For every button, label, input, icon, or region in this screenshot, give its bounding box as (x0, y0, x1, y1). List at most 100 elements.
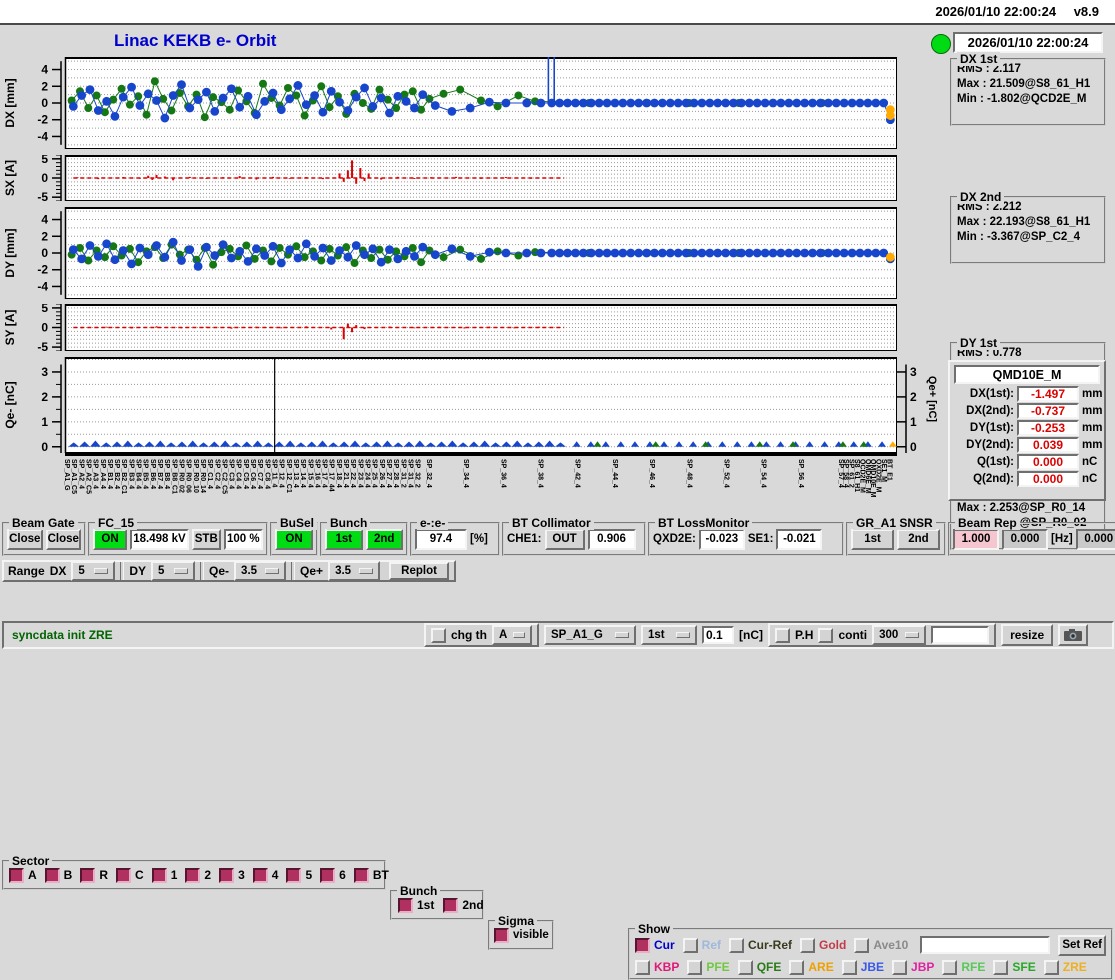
monitor-unit: mm (1082, 405, 1103, 417)
show-checkbox-are[interactable] (789, 959, 805, 975)
sector-title: Sector (9, 854, 53, 868)
set-ref-input[interactable] (920, 936, 1051, 954)
show-label: SFE (1012, 960, 1036, 974)
gr-a1-1st-button[interactable]: 1st (851, 528, 894, 550)
bt-collimator-title: BT Collimator (509, 516, 594, 530)
sector-checkbox-5[interactable] (286, 867, 302, 883)
show-checkbox-qfe[interactable] (737, 959, 753, 975)
sector-checkbox-a[interactable] (9, 867, 24, 883)
show-item-jbp: JBP (892, 959, 934, 975)
range-qem-label: Qe- (209, 564, 230, 578)
svg-text:SP_14_4: SP_14_4 (299, 459, 306, 488)
replot-button[interactable]: Replot (389, 562, 450, 580)
sector-checkbox-4[interactable] (252, 867, 268, 883)
bunch-title: Bunch (327, 516, 371, 530)
show-checkbox-cur[interactable] (635, 937, 650, 953)
svg-text:SP_28_4: SP_28_4 (392, 459, 399, 488)
resize-button[interactable]: resize (1001, 624, 1054, 646)
orbit-charts: -4 -2 0 2 4 DX [mm] -5 0 5 SX [A] -4 -2 0 2 4 DY [mm] -5… (0, 0, 938, 516)
chg-th-panel: chg th A (424, 623, 539, 647)
show-checkbox-ave10[interactable] (854, 937, 870, 953)
fc15-stb-button[interactable]: STB (191, 528, 221, 550)
sector-checkbox-3[interactable] (219, 867, 235, 883)
show-checkbox-ref[interactable] (682, 937, 698, 953)
sigma-checkbox-visible[interactable] (494, 927, 509, 943)
monitor-unit: mm (1082, 388, 1103, 400)
monitor-label: DY(2nd): (966, 439, 1014, 451)
svg-text:SP_22_4: SP_22_4 (349, 459, 356, 488)
svg-text:0: 0 (41, 321, 48, 335)
svg-text:4: 4 (41, 213, 48, 227)
status-clock: 2026/01/10 22:00:24 (953, 32, 1103, 53)
conti-checkbox[interactable] (818, 627, 834, 643)
show-checkbox-rfe[interactable] (942, 959, 958, 975)
fc15-on-button[interactable]: ON (93, 528, 128, 550)
range-qem-select[interactable]: 3.5 (234, 561, 287, 581)
points-select[interactable]: 300 (872, 625, 927, 645)
svg-text:SP_B4_4: SP_B4_4 (135, 459, 142, 489)
sector-checkbox-6[interactable] (320, 867, 336, 883)
range-dy-select[interactable]: 5 (151, 561, 196, 581)
show-checkbox-kbp[interactable] (635, 959, 650, 975)
svg-text:SP_54_4: SP_54_4 (760, 459, 767, 488)
set-ref-button[interactable]: Set Ref (1058, 934, 1106, 956)
svg-text:Qe+ [nC]: Qe+ [nC] (926, 376, 938, 422)
titlebar-datetime: 2026/01/10 22:00:24 (935, 4, 1057, 19)
show-item-ref: Ref (682, 937, 721, 953)
svg-text:-4: -4 (37, 129, 48, 143)
option-menu-dash-icon (513, 632, 525, 638)
busel-on-button[interactable]: ON (275, 528, 313, 550)
show-checkbox-gold[interactable] (800, 937, 816, 953)
chg-th-select[interactable]: A (492, 625, 532, 645)
svg-text:1: 1 (910, 415, 917, 429)
monitor-unit: mm (1082, 439, 1103, 451)
sigma-group: Sigma visible (488, 914, 554, 950)
sector-checkbox-b[interactable] (44, 867, 60, 883)
monitor-row: DX(1st): -1.497 mm (952, 386, 1104, 402)
show-checkbox-jbe[interactable] (841, 959, 857, 975)
acquire-panel: P.H conti 300 (768, 623, 997, 647)
show-checkbox-cur-ref[interactable] (729, 937, 745, 953)
show-row-1: Cur Ref Cur-Ref Gold Ave10 Set Ref (635, 934, 1106, 956)
sector-checkbox-c[interactable] (116, 867, 132, 883)
chart-x-axis-labels: SP_A1_G SP_A1_C5 SP_A2_4 SP_A2_C5 SP_A3_4 SP_… (63, 453, 897, 498)
chg-th-checkbox[interactable] (431, 627, 446, 643)
monitor-row: DY(2nd): 0.039 mm (952, 437, 1104, 453)
svg-text:SP_B8_4: SP_B8_4 (163, 459, 170, 489)
bunch-select-checkbox-1st[interactable] (398, 897, 413, 913)
svg-text:SP_27_4: SP_27_4 (385, 459, 392, 488)
che1-state-button[interactable]: OUT (544, 528, 585, 550)
bunch-2nd-button[interactable]: 2nd (365, 528, 403, 550)
stat-max: Max : 22.193@S8_61_H1 (957, 216, 1091, 228)
range-dx-select[interactable]: 5 (71, 561, 116, 581)
gr-a1-2nd-button[interactable]: 2nd (897, 528, 940, 550)
range-qep-select[interactable]: 3.5 (328, 561, 381, 581)
bunch-1st-button[interactable]: 1st (325, 528, 363, 550)
screenshot-button[interactable] (1058, 624, 1089, 646)
show-checkbox-sfe[interactable] (993, 959, 1009, 975)
acquire-input[interactable] (931, 626, 990, 644)
bpm-select[interactable]: SP_A1_G (544, 625, 636, 645)
monitor-label: DY(1st): (969, 422, 1014, 434)
sector-checkbox-2[interactable] (185, 867, 201, 883)
show-checkbox-pfe[interactable] (687, 959, 703, 975)
show-checkbox-jbp[interactable] (892, 959, 908, 975)
beam-gate-close-2-button[interactable]: Close (45, 528, 81, 550)
sector-checkbox-1[interactable] (151, 867, 167, 883)
sector-checkbox-r[interactable] (80, 867, 96, 883)
beam-gate-close-1-button[interactable]: Close (7, 528, 43, 550)
bunch-number-select[interactable]: 1st (641, 625, 697, 645)
ph-checkbox[interactable] (775, 627, 790, 643)
threshold-unit: [nC] (739, 628, 763, 642)
sector-checkbox-bt[interactable] (353, 867, 369, 883)
show-checkbox-zre[interactable] (1043, 959, 1059, 975)
show-item-ave10: Ave10 (854, 937, 908, 953)
show-label: Cur (654, 938, 675, 952)
bunch-select-checkbox-2nd[interactable] (443, 897, 459, 913)
svg-text:SP_B6_4: SP_B6_4 (149, 459, 156, 489)
option-menu-dash-icon (905, 632, 920, 638)
svg-text:SP_42_4: SP_42_4 (574, 459, 581, 488)
svg-text:SP_18_4: SP_18_4 (335, 459, 342, 488)
qxd2e-value: -0.023 (698, 528, 745, 550)
threshold-input[interactable] (702, 626, 734, 644)
